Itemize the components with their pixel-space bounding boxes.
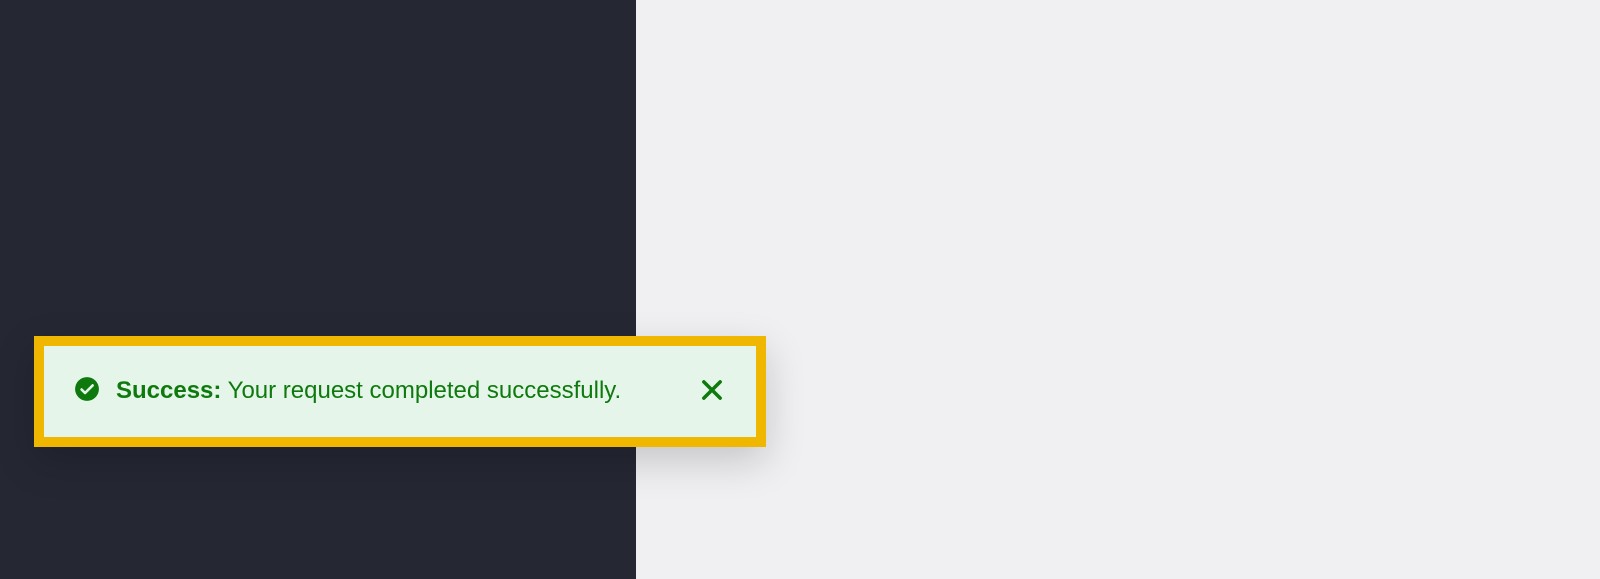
alert-message: Your request completed successfully.	[228, 377, 622, 404]
close-icon	[698, 376, 726, 404]
success-alert: Success: Your request completed successf…	[34, 336, 766, 447]
right-panel	[636, 0, 1600, 579]
alert-title: Success:	[116, 377, 221, 404]
alert-content: Success: Your request completed successf…	[116, 372, 698, 409]
close-button[interactable]	[698, 376, 726, 404]
check-circle-icon	[74, 376, 100, 402]
left-panel	[0, 0, 636, 579]
